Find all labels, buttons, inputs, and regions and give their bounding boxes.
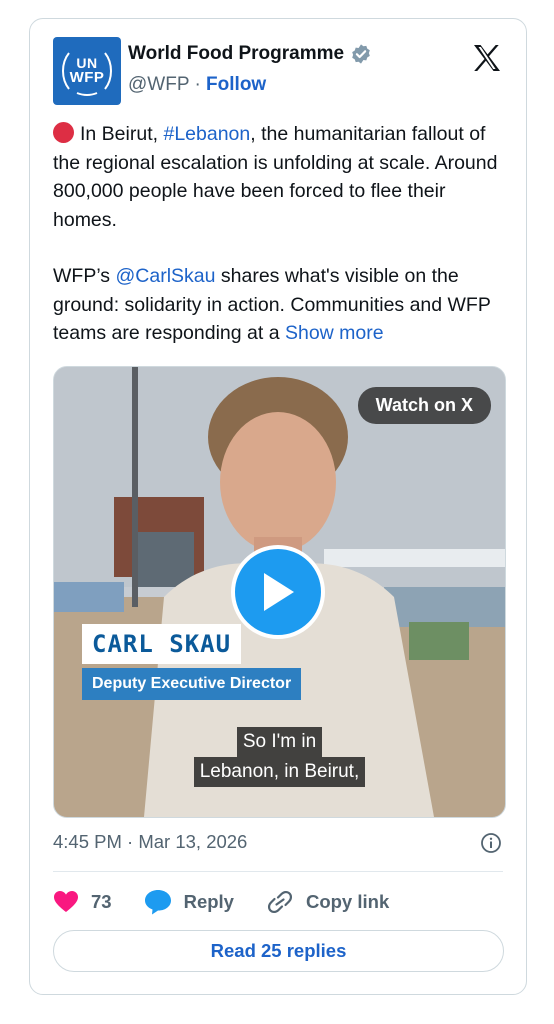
red-circle-icon — [53, 122, 74, 143]
mention-link[interactable]: @CarlSkau — [115, 265, 215, 287]
read-replies-button[interactable]: Read 25 replies — [53, 930, 504, 972]
info-icon[interactable] — [480, 832, 502, 854]
like-count: 73 — [91, 891, 112, 912]
lower-third-name: CARL SKAU — [82, 624, 242, 664]
copy-link-label: Copy link — [305, 891, 390, 912]
play-button[interactable] — [231, 545, 325, 639]
video-player[interactable]: Watch on X CARL SKAU Deputy Executive Di… — [53, 366, 506, 818]
lower-third-role: Deputy Executive Director — [82, 668, 302, 700]
action-bar: 73 Reply Copy link — [53, 887, 421, 917]
avatar[interactable]: UN WFP — [53, 37, 121, 105]
like-button[interactable]: 73 — [53, 890, 112, 914]
tweet-text-segment: WFP’s — [53, 265, 116, 287]
verified-badge-icon — [352, 44, 370, 64]
tweet-paragraph-1: In Beirut, #Lebanon, the humanitarian fa… — [53, 120, 513, 234]
watch-on-x-button[interactable]: Watch on X — [357, 387, 491, 424]
hashtag-link[interactable]: #Lebanon — [163, 123, 250, 145]
copy-link-button[interactable]: Copy link — [266, 889, 389, 915]
tweet-text-segment: In Beirut, — [80, 123, 164, 145]
handle-separator: · — [194, 74, 201, 95]
tweet-card: UN WFP World Food Programme @WFP · Follo… — [29, 18, 527, 995]
heart-icon — [54, 891, 78, 912]
subtitle-line-2: Lebanon, in Beirut, — [193, 757, 366, 787]
author-name[interactable]: World Food Programme — [128, 43, 344, 65]
show-more-link[interactable]: Show more — [285, 322, 384, 344]
follow-link[interactable]: Follow — [206, 74, 266, 95]
reply-label: Reply — [183, 891, 234, 912]
play-icon — [264, 573, 294, 611]
author-name-row: World Food Programme — [128, 43, 372, 65]
video-subtitle: So I'm in Lebanon, in Beirut, — [54, 727, 505, 787]
tweet-text: In Beirut, #Lebanon, the humanitarian fa… — [53, 120, 513, 348]
reply-bubble-icon — [144, 890, 171, 915]
author-handle-row: @WFP · Follow — [128, 74, 266, 96]
tweet-paragraph-2: WFP’s @CarlSkau shares what's visible on… — [53, 262, 513, 348]
reply-button[interactable]: Reply — [144, 889, 234, 915]
author-handle[interactable]: @WFP — [128, 74, 189, 95]
x-logo-icon[interactable] — [472, 43, 502, 73]
link-icon — [267, 890, 293, 914]
divider — [53, 871, 503, 872]
subtitle-line-1: So I'm in — [236, 727, 323, 757]
tweet-timestamp[interactable]: 4:45 PM · Mar 13, 2026 — [53, 831, 247, 853]
laurel-icon — [62, 52, 112, 96]
